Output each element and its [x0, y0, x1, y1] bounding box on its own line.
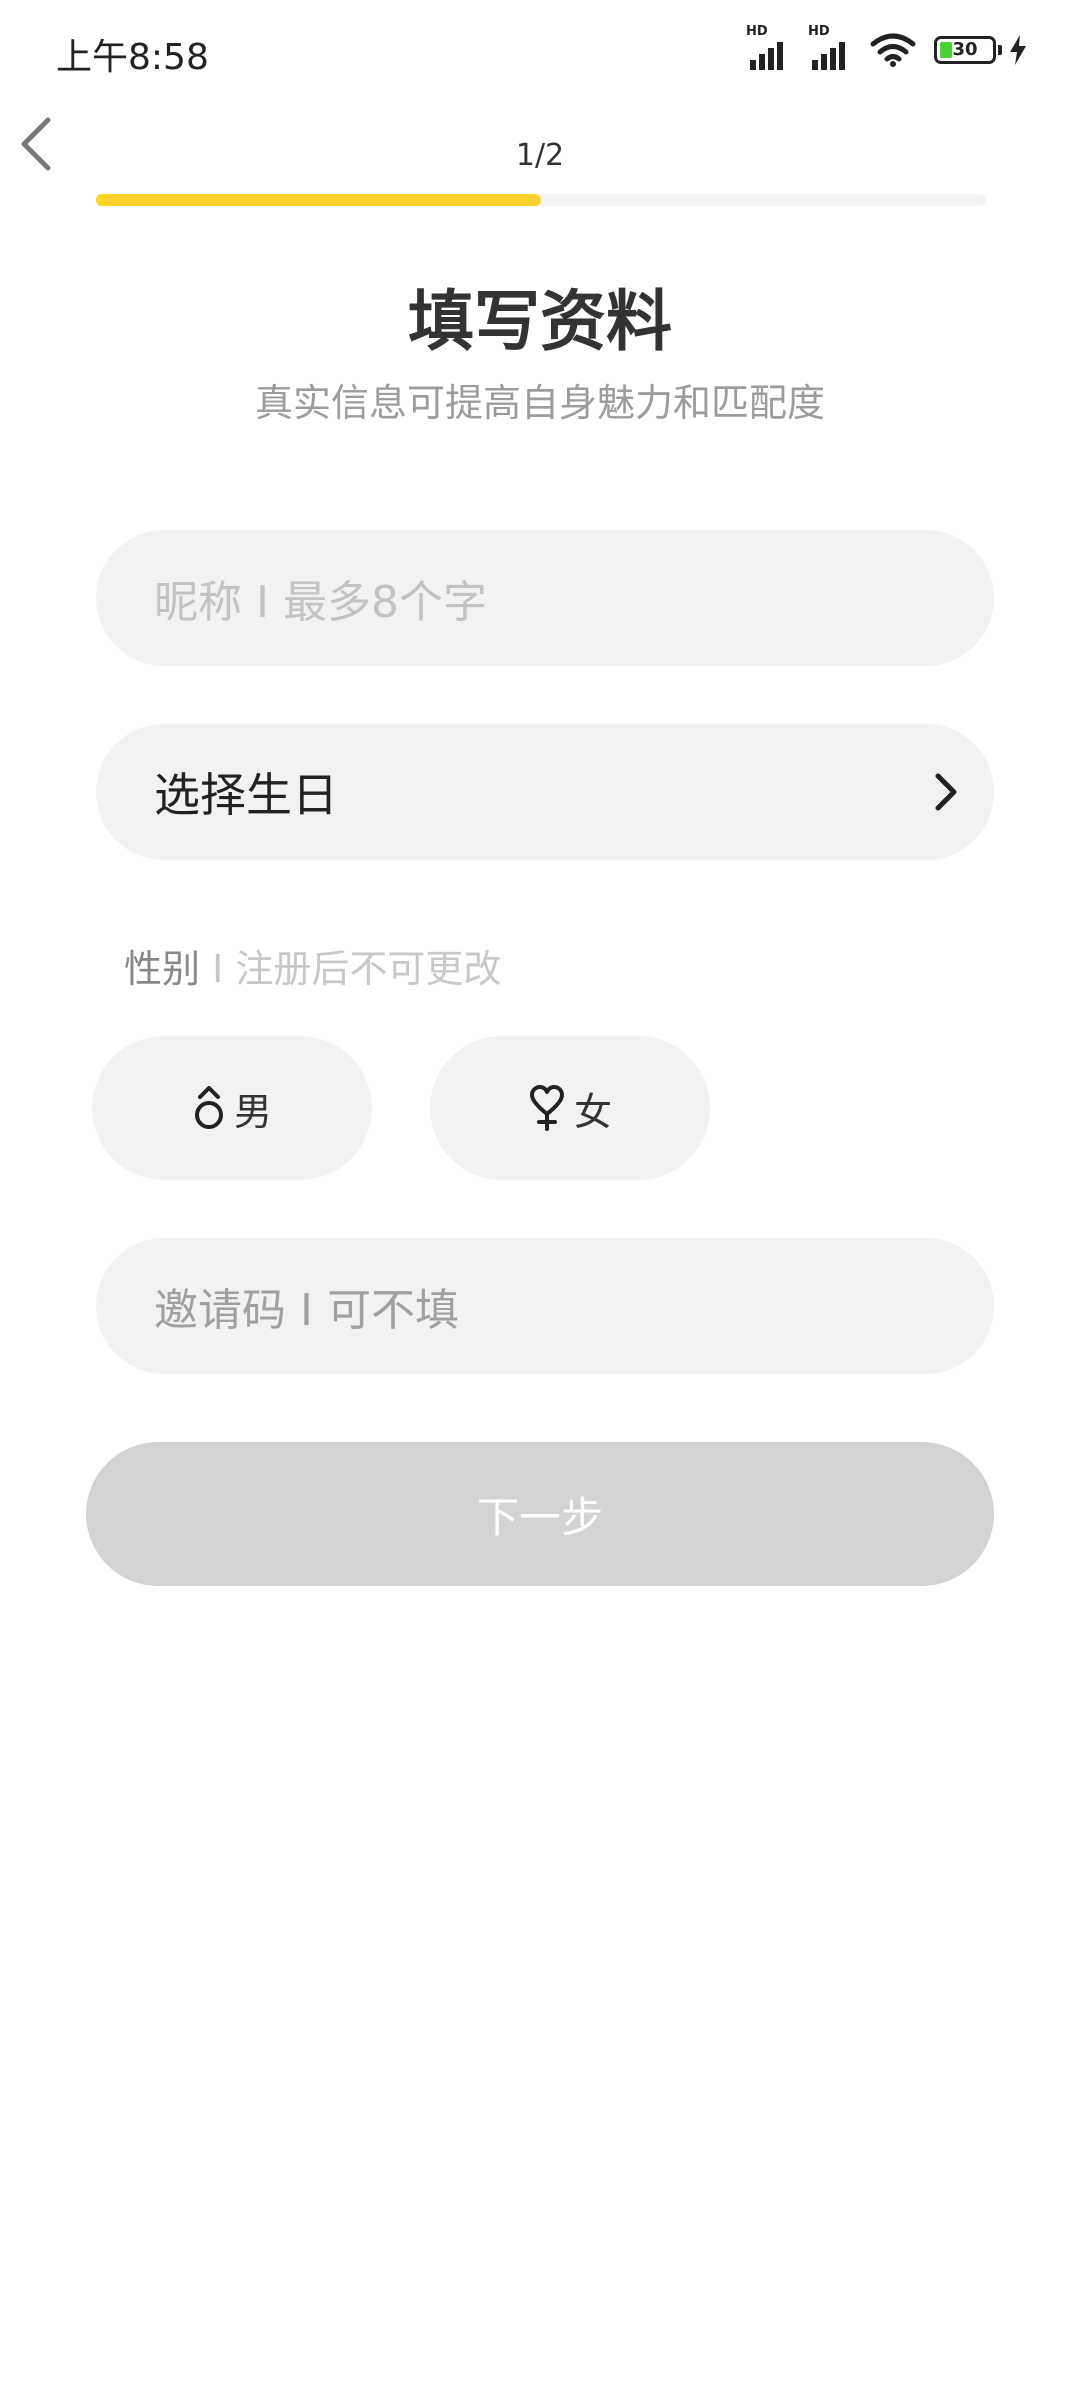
nickname-placeholder: 昵称 I 最多8个字	[154, 577, 487, 628]
wifi-icon	[870, 33, 916, 67]
next-button[interactable]: 下一步	[86, 1442, 994, 1586]
status-icons: HD HD 30	[746, 24, 1028, 70]
status-time: 上午8:58	[56, 37, 209, 78]
page-subtitle: 真实信息可提高自身魅力和匹配度	[254, 381, 825, 425]
gender-label: 性别 I 注册后不可更改	[124, 938, 501, 993]
gender-label-text: 性别	[124, 947, 201, 991]
chevron-right-icon	[935, 773, 957, 811]
invite-code-placeholder: 邀请码 I 可不填	[154, 1285, 459, 1336]
battery-icon: 30	[934, 36, 1002, 64]
page-title: 填写资料	[408, 283, 672, 360]
charging-icon	[1010, 35, 1026, 65]
birthday-label: 选择生日	[154, 768, 338, 822]
hd-label: HD	[746, 24, 768, 39]
signal-icon: HD	[808, 24, 858, 70]
hd-label: HD	[808, 24, 830, 39]
step-indicator: 1/2	[515, 138, 565, 173]
male-button[interactable]: 男	[92, 1036, 372, 1180]
status-bar: 上午8:58 HD HD 30	[0, 0, 1080, 100]
progress-fill	[96, 194, 541, 206]
invite-code-field[interactable]: 邀请码 I 可不填	[96, 1238, 994, 1374]
gender-note: I 注册后不可更改	[200, 947, 502, 991]
male-label: 男	[233, 1089, 272, 1134]
birthday-selector[interactable]: 选择生日	[96, 724, 994, 860]
female-icon	[529, 1085, 564, 1131]
female-label: 女	[573, 1089, 612, 1134]
progress-bar	[96, 194, 986, 206]
signal-icon: HD	[746, 24, 796, 70]
battery-level: 30	[952, 39, 978, 60]
male-icon	[194, 1086, 223, 1129]
nickname-field[interactable]: 昵称 I 最多8个字	[96, 530, 994, 666]
female-button[interactable]: 女	[430, 1036, 710, 1180]
